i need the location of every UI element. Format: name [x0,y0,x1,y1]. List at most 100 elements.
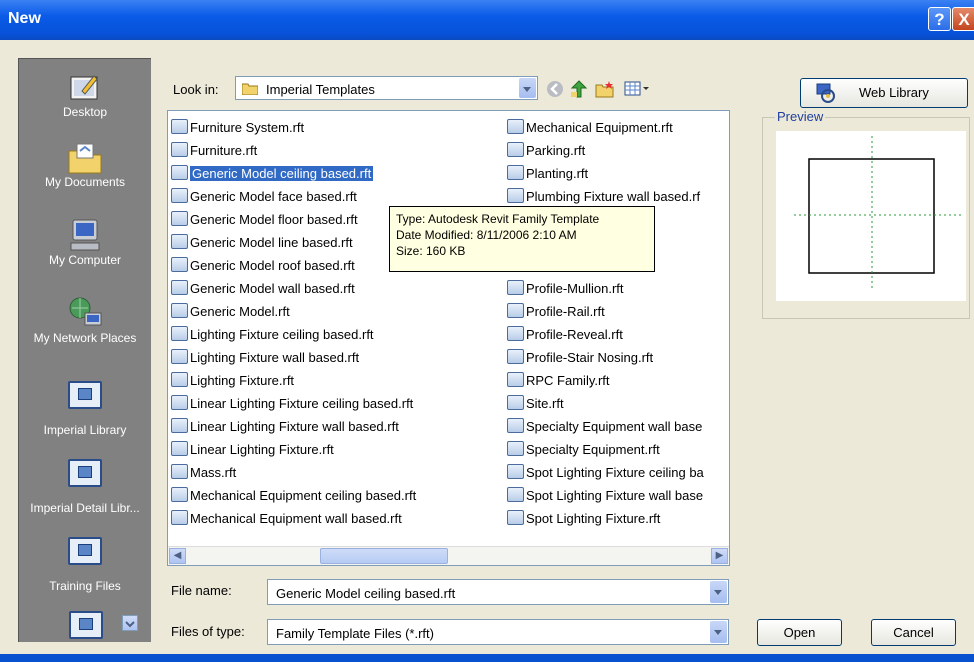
file-item[interactable]: Linear Lighting Fixture.rft [171,438,416,461]
file-item[interactable]: Spot Lighting Fixture ceiling ba [507,461,704,484]
family-template-icon [171,441,188,456]
files-of-type-label: Files of type: [171,624,245,639]
file-item[interactable]: Specialty Equipment.rft [507,438,704,461]
title-bar[interactable]: New ? X [0,0,974,40]
place-my-computer[interactable]: My Computer [19,217,151,267]
up-folder-icon[interactable] [570,80,588,98]
place-imperial-detail[interactable]: Imperial Detail Libr... [19,459,151,515]
file-item[interactable]: Profile-Mullion.rft [507,277,704,300]
files-of-type-dropdown[interactable]: Family Template Files (*.rft) [267,619,729,645]
folder-icon [68,537,102,565]
file-item[interactable]: Profile-Stair Nosing.rft [507,346,704,369]
web-library-button[interactable]: Web Library [800,78,968,108]
file-name: Specialty Equipment wall base [526,419,703,434]
scroll-left-button[interactable]: ◀ [169,548,186,564]
close-button[interactable]: X [952,7,974,31]
file-name: Parking.rft [526,143,586,158]
family-template-icon [171,280,188,295]
file-item[interactable]: Generic Model roof based.rft [171,254,416,277]
file-item[interactable]: Generic Model.rft [171,300,416,323]
file-name: Planting.rft [526,166,589,181]
chevron-down-icon[interactable] [519,78,536,98]
open-button[interactable]: Open [757,619,842,646]
chevron-down-icon[interactable] [710,581,727,603]
family-template-icon [507,188,524,203]
place-my-documents[interactable]: My Documents [19,141,151,189]
file-name: Generic Model line based.rft [190,235,353,250]
place-network[interactable]: My Network Places [19,295,151,345]
place-label: Imperial Detail Libr... [30,501,140,515]
file-item[interactable]: Profile-Reveal.rft [507,323,704,346]
family-template-icon [171,510,188,525]
views-menu-icon[interactable] [624,80,650,98]
family-template-icon [507,165,524,180]
file-item[interactable]: Planting.rft [507,162,704,185]
file-item[interactable]: Spot Lighting Fixture wall base [507,484,704,507]
file-item[interactable]: Generic Model wall based.rft [171,277,416,300]
file-name-input[interactable]: Generic Model ceiling based.rft [276,586,455,601]
place-label: Training Files [49,579,121,593]
file-item[interactable]: Generic Model line based.rft [171,231,416,254]
file-name-combo[interactable]: Generic Model ceiling based.rft [267,579,729,605]
file-name: Linear Lighting Fixture wall based.rft [190,419,399,434]
file-item[interactable]: Linear Lighting Fixture wall based.rft [171,415,416,438]
cancel-button[interactable]: Cancel [871,619,956,646]
file-item[interactable]: Linear Lighting Fixture ceiling based.rf… [171,392,416,415]
look-in-label: Look in: [173,82,219,97]
family-template-icon [171,487,188,502]
my-documents-icon [68,143,102,174]
file-name: Generic Model ceiling based.rft [190,166,374,181]
file-item[interactable]: Lighting Fixture wall based.rft [171,346,416,369]
my-computer-icon [70,219,100,251]
file-name: Profile-Reveal.rft [526,327,623,342]
file-item[interactable]: Spot Lighting Fixture.rft [507,507,704,530]
file-item[interactable]: Mechanical Equipment.rft [507,116,704,139]
file-item[interactable]: Site.rft [507,392,704,415]
file-item[interactable]: RPC Family.rft [507,369,704,392]
file-name: Linear Lighting Fixture ceiling based.rf… [190,396,414,411]
family-template-icon [507,349,524,364]
family-template-icon [171,211,188,226]
scroll-right-button[interactable]: ▶ [711,548,728,564]
family-template-icon [171,303,188,318]
file-item[interactable]: Generic Model face based.rft [171,185,416,208]
file-item[interactable]: Specialty Equipment wall base [507,415,704,438]
family-template-icon [507,441,524,456]
file-name: Profile-Rail.rft [526,304,605,319]
place-desktop[interactable]: Desktop [19,71,151,119]
family-template-icon [507,326,524,341]
file-item[interactable]: Parking.rft [507,139,704,162]
file-item[interactable]: Mechanical Equipment ceiling based.rft [171,484,416,507]
file-name: Profile-Mullion.rft [526,281,624,296]
new-folder-icon[interactable] [595,80,615,98]
file-list[interactable]: Furniture System.rft Furniture.rft Generic… [167,110,730,566]
family-template-icon [507,487,524,502]
tooltip-size: Size: 160 KB [396,244,466,258]
file-name: Generic Model face based.rft [190,189,357,204]
horizontal-scrollbar[interactable]: ◀ ▶ [168,546,729,565]
file-item[interactable]: Lighting Fixture ceiling based.rft [171,323,416,346]
file-item[interactable]: Plumbing Fixture wall based.rf [507,185,704,208]
file-item[interactable]: Profile-Rail.rft [507,300,704,323]
file-item[interactable]: Mass.rft [171,461,416,484]
back-icon[interactable] [546,80,564,98]
family-template-icon [507,372,524,387]
places-scroll-down-button[interactable] [122,615,138,631]
file-item[interactable]: Furniture.rft [171,139,416,162]
file-item[interactable]: Mechanical Equipment wall based.rft [171,507,416,530]
file-item[interactable]: Generic Model floor based.rft [171,208,416,231]
scroll-thumb[interactable] [320,548,448,564]
family-template-icon [507,280,524,295]
family-template-icon [171,349,188,364]
file-name: Specialty Equipment.rft [526,442,660,457]
help-button[interactable]: ? [928,7,951,31]
network-places-icon [69,297,102,326]
file-item[interactable]: Generic Model ceiling based.rft [171,162,416,185]
chevron-down-icon[interactable] [710,621,727,643]
file-item[interactable]: Furniture System.rft [171,116,416,139]
file-name: Mechanical Equipment ceiling based.rft [190,488,417,503]
look-in-dropdown[interactable]: Imperial Templates [235,76,538,100]
file-item[interactable]: Lighting Fixture.rft [171,369,416,392]
place-imperial-library[interactable]: Imperial Library [19,381,151,437]
place-training-files[interactable]: Training Files [19,537,151,593]
